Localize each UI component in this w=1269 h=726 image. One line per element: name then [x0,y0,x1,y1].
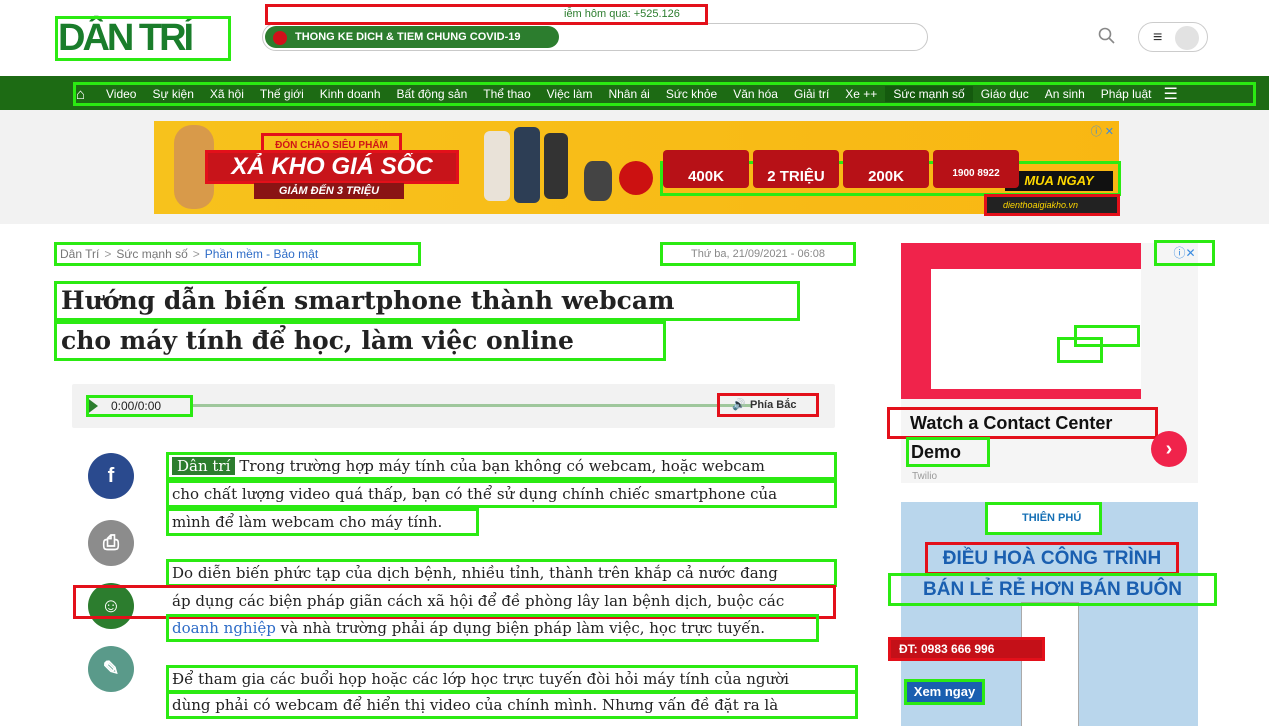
paragraph-line: Để tham gia các buổi họp hoặc các lớp họ… [166,665,858,693]
breadcrumb: Dân Trí > Sức mạnh số > Phần mềm - Bảo mật [54,242,421,266]
avatar-icon [1175,26,1199,50]
ad-detail [1057,337,1103,363]
home-icon[interactable]: ⌂ [76,86,98,103]
nav-item[interactable]: An sinh [1037,86,1093,102]
menu-button[interactable]: ≡ [1138,22,1208,52]
audio-time: 0:00/0:00 [86,395,193,417]
ad-model-image [174,125,214,209]
breadcrumb-home[interactable]: Dân Trí [60,247,99,261]
publish-date: Thứ ba, 21/09/2021 - 06:08 [660,242,856,266]
ad-title[interactable]: Watch a Contact Center [887,407,1158,439]
nav-item[interactable]: Sức khỏe [658,86,725,102]
ticker-label: THONG KE DICH & TIEM CHUNG COVID-19 [265,26,559,48]
voice-select[interactable]: 🔊 Phía Bắc [717,393,819,417]
ticker-text[interactable]: iễm hôm qua: +525.126 [265,4,708,25]
nav-item[interactable]: Video [98,86,144,102]
paragraph-line: Dân trí Trong trường hợp máy tính của bạn… [166,452,837,480]
nav-item[interactable]: Xe ++ [837,86,885,102]
nav-item[interactable]: Bất động sản [389,86,476,102]
source-badge: Dân trí [172,457,236,475]
facebook-share-icon[interactable]: f [88,453,134,499]
nav-item[interactable]: Nhân ái [600,86,657,102]
ad-close-icon[interactable]: ⓘ✕ [1154,240,1215,266]
nav-item[interactable]: Sự kiện [144,86,201,102]
ad-brand: Twilio [912,471,938,482]
nav-item[interactable]: Việc làm [539,86,601,102]
breadcrumb-category[interactable]: Phần mềm - Bảo mật [205,247,318,261]
audio-progress[interactable] [192,404,752,407]
paragraph-line: mình để làm webcam cho máy tính. [166,508,479,536]
inline-link[interactable]: doanh nghiệp [172,619,276,637]
ad-title[interactable]: Demo [906,437,990,467]
chevron-right-icon: > [192,247,200,261]
site-logo[interactable]: DÂN TRÍ [55,16,231,61]
nav-item[interactable]: Giải trí [786,86,837,102]
nav-item[interactable]: Xã hội [202,86,252,102]
nav-item[interactable]: Sức mạnh số [885,86,973,102]
paragraph-line: Do diễn biến phức tạp của dịch bệnh, nhi… [166,559,837,587]
ad-logo: THIÊN PHÚ [985,502,1102,535]
nav-bar: ⌂ Video Sự kiện Xã hội Thế giới Kinh doanh Bấ… [73,82,1256,106]
article-title-line: cho máy tính để học, làm việc online [54,321,666,361]
live-dot-icon [273,31,287,45]
covid-ticker[interactable]: THONG KE DICH & TIEM CHUNG COVID-19 [262,23,928,51]
main-nav: ⌂ Video Sự kiện Xã hội Thế giới Kinh doanh Bấ… [0,76,1269,110]
top-banner-ad[interactable]: ⓘ ✕ MUA NGAY [154,121,1119,214]
audio-player[interactable]: 0:00/0:00 🔊 Phía Bắc [72,384,835,428]
search-icon[interactable] [1098,27,1116,45]
paragraph-line: dùng phải có webcam để hiển thị video củ… [166,691,858,719]
nav-more-icon[interactable]: ☰ [1164,84,1178,104]
highlight-box [73,585,836,619]
ad-image [901,243,1141,399]
paragraph-line: cho chất lượng video quá thấp, bạn có th… [166,480,837,508]
nav-item[interactable]: Giáo dục [973,86,1037,102]
ad-phone[interactable]: ĐT: 0983 666 996 [888,637,1045,661]
hamburger-icon: ≡ [1153,29,1163,46]
paragraph-line: doanh nghiệp và nhà trường phải áp dụng … [166,614,819,642]
chevron-right-icon: > [104,247,112,261]
speaker-icon: 🔊 [732,399,746,411]
nav-item[interactable]: Văn hóa [725,86,786,102]
article-title-line: Hướng dẫn biến smartphone thành webcam [54,281,800,321]
ad-headline: BÁN LẺ RẺ HƠN BÁN BUÔN [888,573,1217,606]
ad-close-icon[interactable]: ⓘ ✕ [1091,123,1114,139]
edit-icon[interactable]: ✎ [88,646,134,692]
nav-item[interactable]: Thể thao [475,86,538,102]
nav-item[interactable]: Thế giới [252,86,312,102]
air-conditioner-image [1021,602,1079,726]
ad-cta-button[interactable]: MUA NGAY [1005,171,1113,191]
breadcrumb-section[interactable]: Sức mạnh số [116,247,187,261]
print-icon[interactable]: ⎙ [88,520,134,566]
ad-headline: ĐIỀU HOÀ CÔNG TRÌNH [925,542,1179,575]
nav-item[interactable]: Pháp luật [1093,86,1160,102]
chevron-right-icon[interactable]: › [1151,431,1187,467]
ad-view-button[interactable]: Xem ngay [904,679,985,705]
nav-item[interactable]: Kinh doanh [312,86,389,102]
